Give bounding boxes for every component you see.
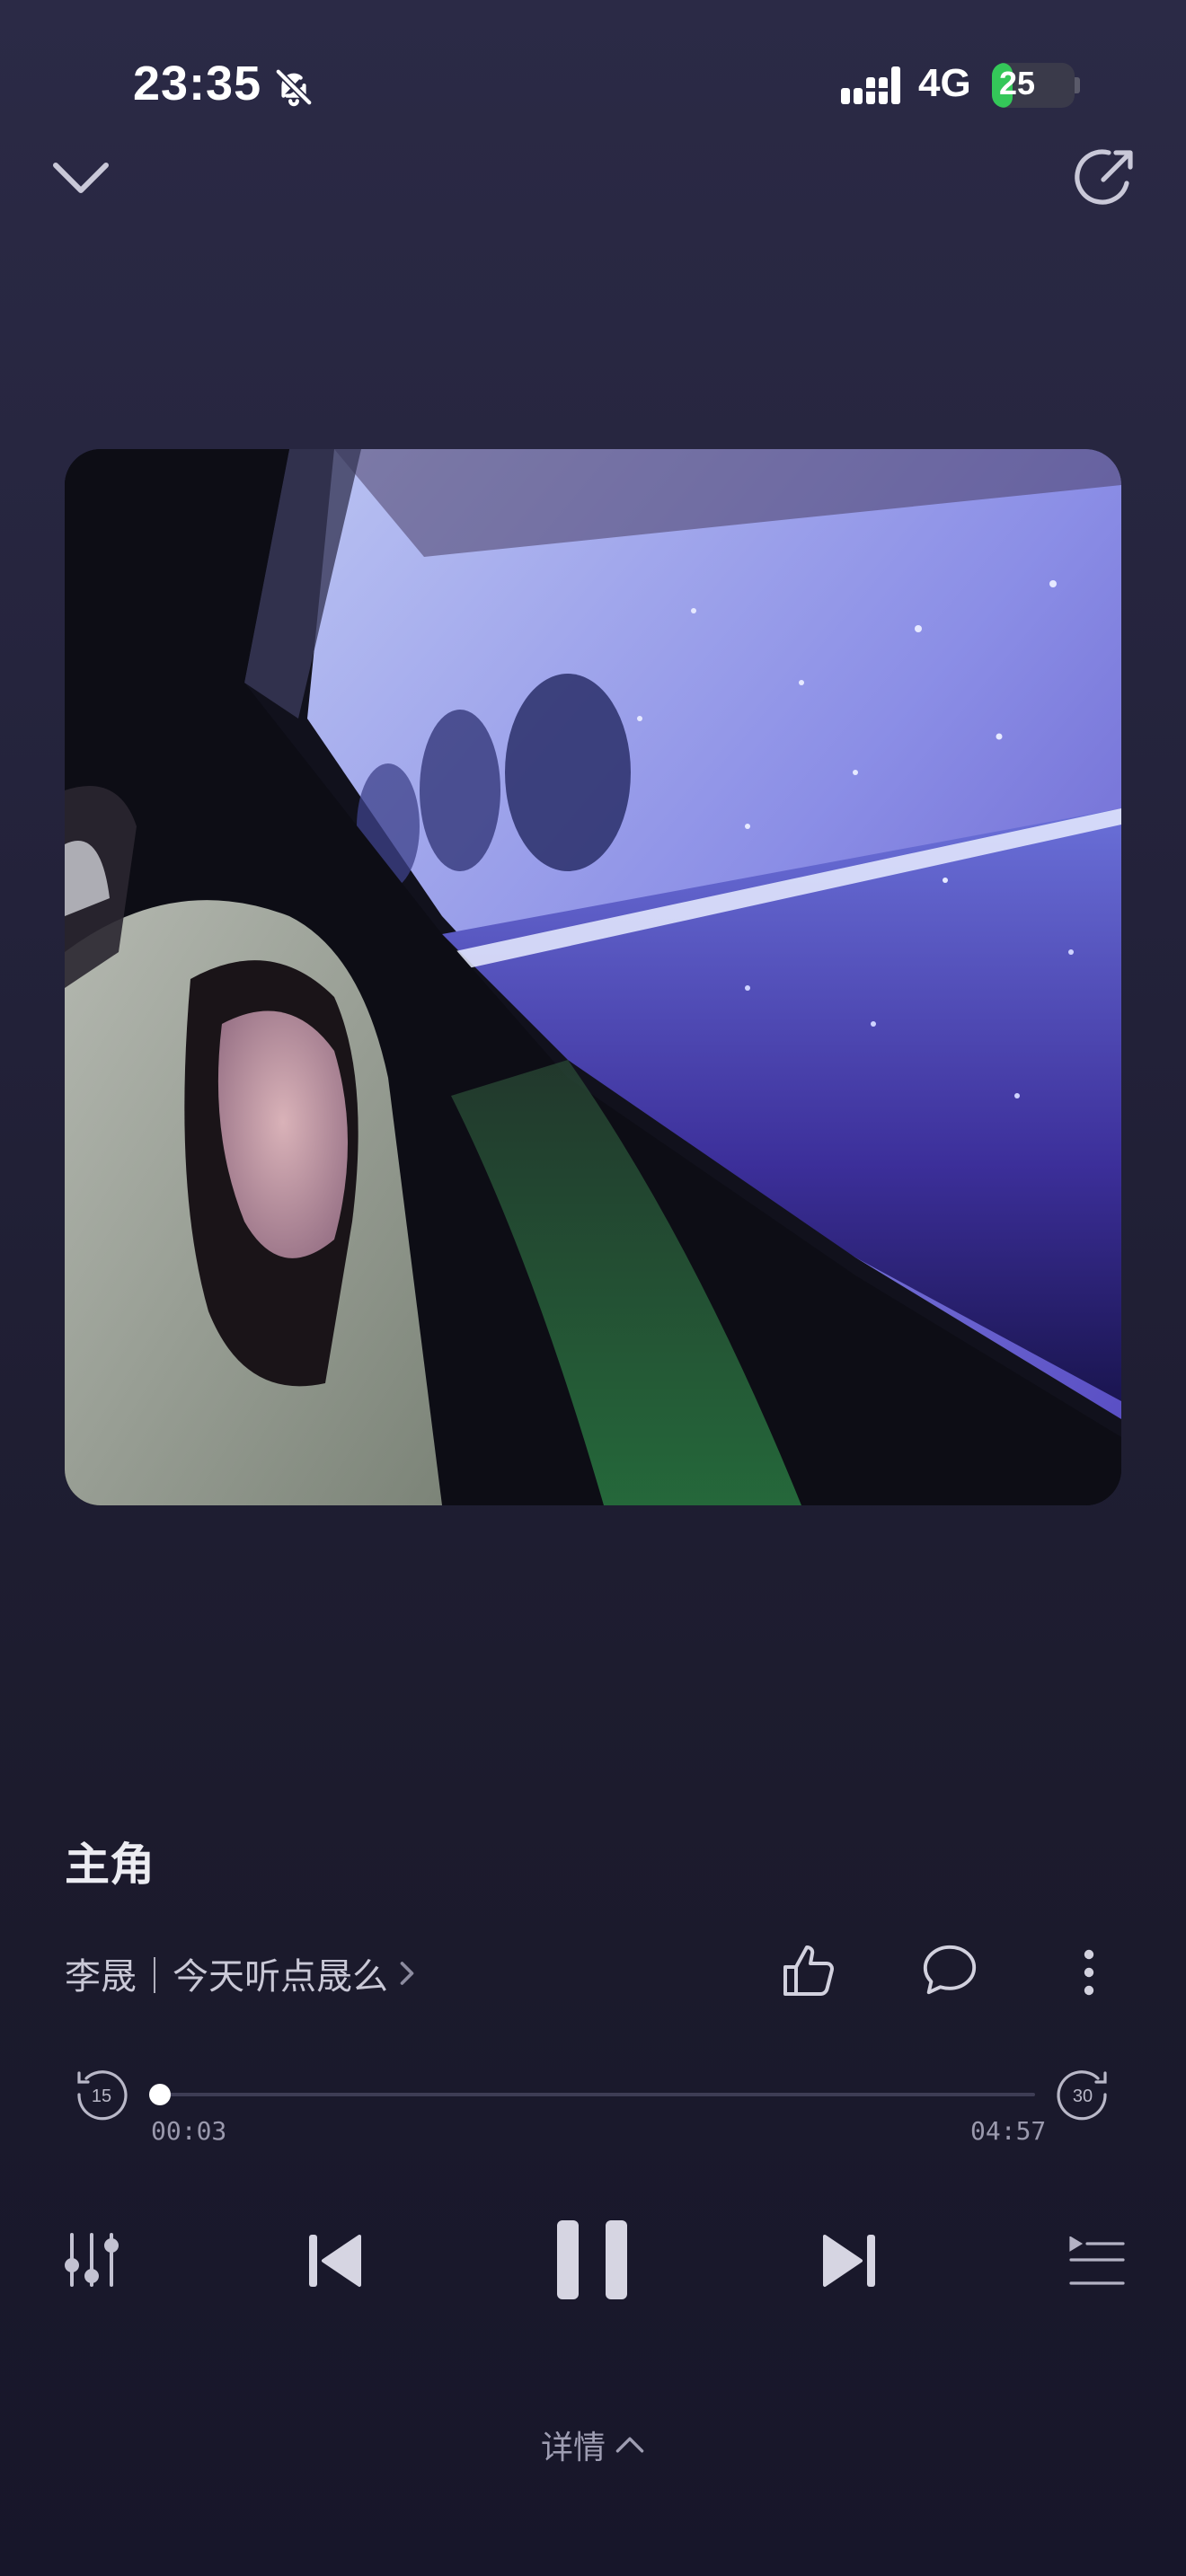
equalizer-icon[interactable]	[61, 2229, 122, 2290]
artist-album-link[interactable]: 李晟｜今天听点晟么	[65, 1947, 417, 1999]
details-toggle[interactable]: 详情	[0, 2422, 1186, 2468]
share-icon[interactable]	[1067, 144, 1139, 216]
queue-icon[interactable]	[1069, 2236, 1125, 2287]
progress-slider[interactable]	[151, 2093, 1035, 2096]
total-time: 04:57	[970, 2116, 1047, 2146]
previous-icon[interactable]	[305, 2231, 363, 2290]
pause-icon[interactable]	[553, 2219, 631, 2301]
status-time: 23:35	[133, 57, 262, 110]
artist-album-label: 李晟｜今天听点晟么	[65, 1956, 388, 1998]
album-cover-image	[65, 449, 1121, 1505]
details-label: 详情	[540, 2430, 606, 2466]
chevron-down-icon[interactable]	[49, 144, 113, 208]
rewind-15-button[interactable]: 15	[72, 2066, 131, 2125]
song-title: 主角	[65, 1839, 155, 1891]
chevron-right-icon	[400, 1962, 414, 1985]
battery-tip	[1075, 77, 1080, 93]
more-vertical-icon[interactable]	[1071, 1945, 1107, 1999]
network-type: 4G	[918, 61, 971, 105]
next-icon[interactable]	[821, 2231, 879, 2290]
bell-muted-icon	[274, 67, 314, 107]
battery-icon: 25	[992, 63, 1075, 108]
signal-icon	[841, 66, 900, 104]
rewind-seconds: 15	[92, 2086, 111, 2106]
forward-30-button[interactable]: 30	[1053, 2066, 1112, 2125]
current-time: 00:03	[151, 2116, 227, 2146]
forward-icon: 30	[1057, 2070, 1107, 2121]
forward-seconds: 30	[1073, 2086, 1093, 2106]
album-cover-illustration	[65, 449, 1121, 1505]
rewind-icon: 15	[77, 2070, 128, 2121]
progress-handle[interactable]	[148, 2084, 171, 2105]
chevron-up-icon	[615, 2437, 644, 2453]
battery-level: 25	[999, 65, 1036, 101]
comment-icon[interactable]	[920, 1940, 979, 1999]
thumbs-up-icon[interactable]	[778, 1940, 839, 2001]
